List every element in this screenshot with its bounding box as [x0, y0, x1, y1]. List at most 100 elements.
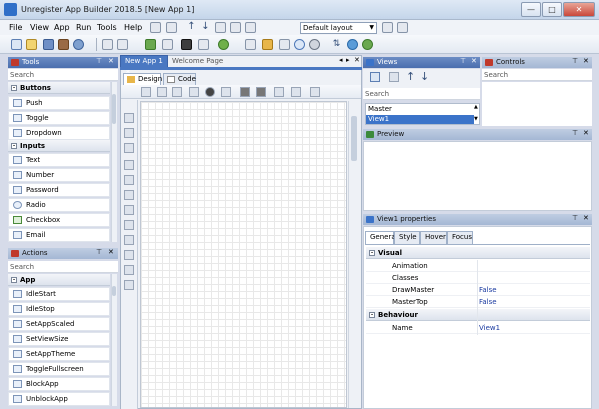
screen-icon[interactable]	[245, 39, 256, 50]
group-buttons[interactable]: - Buttons	[8, 82, 110, 94]
view-master[interactable]: Master	[366, 104, 474, 114]
scroll-thumb[interactable]	[351, 116, 357, 161]
pin-icon[interactable]: ⊤	[460, 57, 466, 65]
scroll-thumb[interactable]	[112, 286, 116, 296]
action-togglefullscreen[interactable]: ToggleFullscreen	[8, 362, 110, 376]
tools-scrollbar[interactable]	[111, 82, 117, 242]
maximize-button[interactable]: □	[542, 2, 562, 17]
distribute-v-icon[interactable]	[124, 235, 134, 245]
new-form-icon[interactable]	[166, 22, 177, 33]
new-view-icon[interactable]	[150, 22, 161, 33]
menu-view[interactable]: View	[30, 23, 49, 32]
close-icon[interactable]: ✕	[583, 129, 589, 137]
web-icon[interactable]	[362, 39, 373, 50]
cut-icon[interactable]	[157, 87, 167, 97]
move-view-up-icon[interactable]: ↑	[406, 70, 415, 83]
views-search-input[interactable]: Search	[363, 88, 480, 100]
add-icon[interactable]	[145, 39, 156, 50]
action-setappscaled[interactable]: SetAppScaled	[8, 317, 110, 331]
close-icon[interactable]: ✕	[108, 248, 114, 256]
settings-icon[interactable]	[262, 39, 273, 50]
plugin-icon[interactable]	[218, 39, 229, 50]
tab-scroll-left-icon[interactable]: ◂	[339, 56, 343, 64]
action-idlestop[interactable]: IdleStop	[8, 302, 110, 316]
pin-icon[interactable]: ⊤	[96, 248, 102, 256]
undo-icon[interactable]	[102, 39, 113, 50]
frame-icon[interactable]	[181, 39, 192, 50]
section-visual[interactable]: - Visual	[366, 247, 590, 259]
minimize-button[interactable]: —	[521, 2, 541, 17]
group-app[interactable]: - App	[8, 274, 110, 286]
views-icon[interactable]	[162, 39, 173, 50]
same-height-icon[interactable]	[124, 265, 134, 275]
group-inputs[interactable]: - Inputs	[8, 140, 110, 152]
duplicate-view-icon[interactable]	[389, 72, 399, 82]
play-icon[interactable]	[294, 39, 305, 50]
select-tool-icon[interactable]	[141, 87, 151, 97]
design-canvas[interactable]	[140, 101, 347, 408]
unlock-icon[interactable]	[256, 87, 266, 97]
delete-icon[interactable]	[205, 87, 215, 97]
menu-app[interactable]: App	[54, 23, 70, 32]
prop-classes[interactable]: Classes	[366, 272, 590, 284]
tool-password[interactable]: Password	[8, 183, 110, 197]
tool-checkbox[interactable]: Checkbox	[8, 213, 110, 227]
tool-email[interactable]: Email	[8, 228, 110, 242]
align-icon[interactable]	[124, 113, 134, 123]
actions-scrollbar[interactable]	[111, 274, 117, 406]
menu-help[interactable]: Help	[124, 23, 142, 32]
redo-icon[interactable]	[117, 39, 128, 50]
tool-text[interactable]: Text	[8, 153, 110, 167]
list-down-icon[interactable]: ▼	[474, 116, 478, 122]
menu-file[interactable]: File	[9, 23, 22, 32]
tool-push[interactable]: Push	[8, 96, 110, 110]
prop-value[interactable]: False	[479, 284, 497, 296]
sort-icon[interactable]: ⇅	[331, 39, 342, 50]
prop-name[interactable]: Name View1	[366, 322, 590, 334]
menu-tools[interactable]: Tools	[97, 23, 117, 32]
canvas-scrollbar[interactable]	[348, 101, 358, 408]
console-icon[interactable]	[279, 39, 290, 50]
close-icon[interactable]: ✕	[471, 57, 477, 65]
tab-focus[interactable]: Focus	[447, 231, 473, 244]
zoom-icon[interactable]	[189, 87, 199, 97]
pin-icon[interactable]: ⊤	[572, 129, 578, 137]
align-top-icon[interactable]	[124, 175, 134, 185]
action-blockapp[interactable]: BlockApp	[8, 377, 110, 391]
rotate-icon[interactable]	[221, 87, 231, 97]
move-view-down-icon[interactable]: ↓	[420, 70, 429, 83]
layout-icon[interactable]	[215, 22, 226, 33]
close-document-icon[interactable]: ✕	[354, 56, 360, 64]
layout-save-icon[interactable]	[230, 22, 241, 33]
new-app-icon[interactable]	[11, 39, 22, 50]
tab-style[interactable]: Style	[394, 231, 420, 244]
prop-value[interactable]: False	[479, 296, 497, 308]
prop-drawmaster[interactable]: DrawMaster False	[366, 284, 590, 296]
lock-icon[interactable]	[240, 87, 250, 97]
prop-value[interactable]: View1	[479, 322, 500, 334]
browser-icon[interactable]	[347, 39, 358, 50]
tab-scroll-right-icon[interactable]: ▸	[346, 56, 350, 64]
tab-welcome-page[interactable]: Welcome Page	[172, 57, 223, 65]
build-icon[interactable]	[43, 39, 54, 50]
tab-design[interactable]: Design	[123, 73, 162, 85]
tools-icon[interactable]	[310, 87, 320, 97]
view-view1[interactable]: View1	[366, 115, 474, 124]
tools-search-input[interactable]: Search	[8, 69, 118, 81]
close-icon[interactable]: ✕	[583, 214, 589, 222]
action-setapptheme[interactable]: SetAppTheme	[8, 347, 110, 361]
section-behaviour[interactable]: - Behaviour	[366, 309, 590, 321]
same-size-icon[interactable]	[124, 280, 134, 290]
arrange-icon[interactable]	[274, 87, 284, 97]
prop-mastertop[interactable]: MasterTop False	[366, 296, 590, 308]
tab-code[interactable]: Code	[163, 73, 196, 85]
align-center-icon[interactable]	[124, 143, 134, 153]
action-unblockapp[interactable]: UnblockApp	[8, 392, 110, 406]
action-idlestart[interactable]: IdleStart	[8, 287, 110, 301]
actions-search-input[interactable]: Search	[8, 261, 118, 273]
image-icon[interactable]	[291, 87, 301, 97]
close-icon[interactable]: ✕	[108, 57, 114, 65]
menu-run[interactable]: Run	[76, 23, 91, 32]
scroll-thumb[interactable]	[112, 94, 116, 124]
tab-hover[interactable]: Hover	[420, 231, 447, 244]
